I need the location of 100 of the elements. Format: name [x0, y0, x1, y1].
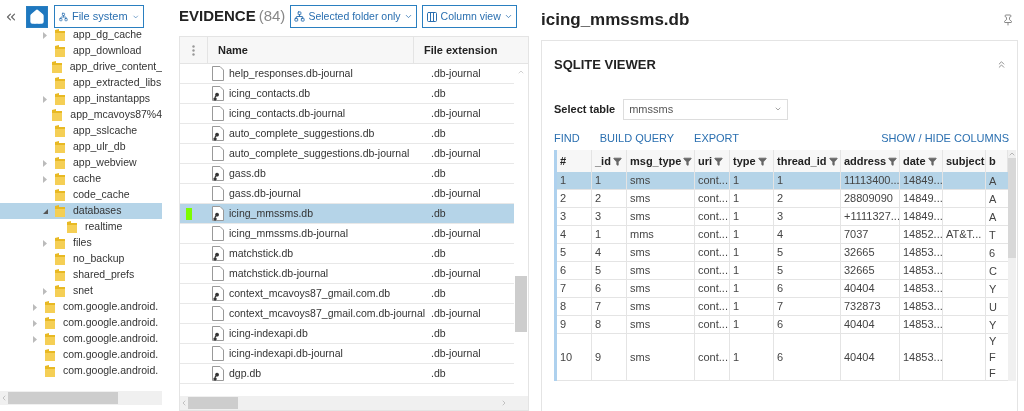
table-row[interactable]: 1 1 sms cont... 1 1 11113400... 14849... A	[557, 172, 1008, 190]
horizontal-scrollbar[interactable]	[0, 391, 162, 405]
file-row[interactable]: matchstick.db .db	[180, 244, 514, 264]
filter-icon[interactable]	[714, 156, 724, 166]
file-row[interactable]: context_mcavoys87_gmail.com.db .db	[180, 284, 514, 304]
table-cell-text: 32665	[844, 245, 875, 261]
toolbar-link[interactable]: SHOW / HIDE COLUMNS	[881, 129, 1009, 146]
scope-selector[interactable]: Selected folder only	[290, 5, 417, 28]
tree-item[interactable]: databases	[0, 203, 162, 219]
table-row[interactable]: 5 4 sms cont... 1 5 32665 14853... 6	[557, 244, 1008, 262]
toolbar-link[interactable]: BUILD QUERY	[599, 129, 675, 146]
folder-icon	[44, 332, 56, 346]
tree-item[interactable]: app_extracted_libs	[0, 75, 162, 91]
table-row[interactable]: 9 8 sms cont... 1 6 40404 14853... Y	[557, 316, 1008, 334]
table-row[interactable]: 8 7 sms cont... 1 7 732873 14853... U	[557, 298, 1008, 316]
tree-item[interactable]: com.google.android.	[0, 315, 162, 331]
tree-item[interactable]: shared_prefs	[0, 267, 162, 283]
view-selector[interactable]: Column view	[421, 5, 517, 28]
file-row[interactable]: auto_complete_suggestions.db-journal .db-journal	[180, 144, 514, 164]
file-row[interactable]: icing_mmssms.db-journal .db-journal	[180, 224, 514, 244]
table-cell-text: Y	[989, 334, 998, 348]
toolbar-link[interactable]: FIND	[554, 129, 580, 146]
tree-item[interactable]: com.google.android.	[0, 299, 162, 315]
table-row[interactable]: 2 2 sms cont... 1 2 28809090 14849... A	[557, 190, 1008, 208]
horizontal-scrollbar[interactable]	[180, 396, 528, 410]
caret-icon	[774, 105, 783, 113]
file-row[interactable]: icing-indexapi.db .db	[180, 324, 514, 344]
table-row[interactable]: 6 5 sms cont... 1 5 32665 14853... C	[557, 262, 1008, 280]
file-row[interactable]: auto_complete_suggestions.db .db	[180, 124, 514, 144]
scroll-right-icon[interactable]	[500, 399, 508, 407]
database-file-icon	[212, 166, 224, 181]
table-cell-text: cont...	[698, 299, 728, 315]
expand-triangle-icon[interactable]	[43, 31, 47, 39]
column-header[interactable]: Name	[208, 37, 414, 63]
collapse-triangle-icon[interactable]	[42, 208, 48, 214]
tree-item[interactable]: app_webview	[0, 155, 162, 171]
pin-icon[interactable]	[1002, 14, 1014, 26]
panel-title: EVIDENCE	[179, 6, 256, 27]
file-extension: .db-journal	[431, 65, 481, 81]
scroll-left-icon[interactable]	[0, 394, 8, 402]
view-selector[interactable]: File system	[54, 5, 144, 28]
toolbar-link[interactable]: EXPORT	[694, 129, 740, 146]
filter-icon[interactable]	[888, 156, 898, 166]
tree-item[interactable]: files	[0, 235, 162, 251]
tree-item[interactable]: app_download	[0, 43, 162, 59]
tree-item[interactable]: cache	[0, 171, 162, 187]
tree-item[interactable]: app_sslcache	[0, 123, 162, 139]
filter-icon[interactable]	[683, 156, 693, 166]
file-row[interactable]: icing_contacts.db-journal .db-journal	[180, 104, 514, 124]
file-row[interactable]: icing_mmssms.db .db	[180, 204, 514, 224]
table-cell-text: C	[989, 263, 998, 278]
tree-item[interactable]: code_cache	[0, 187, 162, 203]
file-row[interactable]: matchstick.db-journal .db-journal	[180, 264, 514, 284]
collapse-icon[interactable]	[996, 59, 1007, 71]
file-name: help_responses.db-journal	[229, 65, 353, 81]
scroll-thumb[interactable]	[188, 397, 238, 409]
table-cell-text: 7	[777, 299, 784, 315]
tree-item[interactable]: no_backup	[0, 251, 162, 267]
column-header[interactable]: File extension	[414, 41, 498, 59]
file-row[interactable]: gass.db .db	[180, 164, 514, 184]
tree-item[interactable]: snet	[0, 283, 162, 299]
scroll-thumb[interactable]	[8, 392, 118, 404]
file-row[interactable]: dgp.db .db	[180, 364, 514, 384]
table-row[interactable]: 3 3 sms cont... 1 3 +1111327... 14849... A	[557, 208, 1008, 226]
table-row[interactable]: 7 6 sms cont... 1 6 40404 14853... Y	[557, 280, 1008, 298]
filter-icon[interactable]	[757, 156, 767, 166]
table-cell-text: cont...	[698, 281, 728, 297]
file-row[interactable]: gass.db-journal .db-journal	[180, 184, 514, 204]
file-row[interactable]: context_mcavoys87_gmail.com.db-journal .db-journal	[180, 304, 514, 324]
tree-item[interactable]: app_drive_content_	[0, 59, 162, 75]
scroll-left-icon[interactable]	[180, 399, 188, 407]
filter-icon[interactable]	[612, 156, 622, 166]
filter-icon[interactable]	[927, 156, 937, 166]
column-menu-icon[interactable]	[192, 44, 195, 56]
tree-item[interactable]: app_instantapps	[0, 91, 162, 107]
scroll-thumb[interactable]	[1008, 158, 1016, 258]
file-row[interactable]: help_responses.db-journal .db-journal	[180, 64, 514, 84]
tree-item[interactable]: com.google.android.	[0, 331, 162, 347]
file-row[interactable]: icing_contacts.db .db	[180, 84, 514, 104]
tree-item[interactable]: app_ulr_db	[0, 139, 162, 155]
tree-item[interactable]: app_mcavoys87%4	[0, 107, 162, 123]
vertical-scrollbar[interactable]	[1008, 150, 1016, 381]
table-dropdown[interactable]: mmssms	[623, 98, 789, 120]
filter-icon[interactable]	[828, 156, 838, 166]
scroll-up-icon[interactable]	[1008, 150, 1016, 158]
file-row[interactable]: icing-indexapi.db-journal .db-journal	[180, 344, 514, 364]
table-row[interactable]: 10 9 sms cont... 1 6 40404 14853... Y F F	[557, 334, 1008, 381]
tree-item[interactable]: com.google.android.	[0, 347, 162, 363]
table-row[interactable]: 4 1 mms cont... 1 4 7037 14852... AT&T... T	[557, 226, 1008, 244]
scroll-up-icon[interactable]	[517, 68, 525, 76]
tree-item[interactable]: com.google.android.	[0, 363, 162, 379]
expand-triangle-icon[interactable]	[43, 95, 47, 103]
home-button[interactable]	[26, 5, 48, 28]
file-name: icing_contacts.db	[229, 85, 311, 101]
scroll-thumb[interactable]	[515, 276, 527, 332]
tree-item[interactable]: app_dg_cache	[0, 27, 162, 43]
file-extension: .db	[431, 125, 446, 141]
expand-triangle-icon[interactable]	[43, 239, 47, 247]
tree-item[interactable]: realtime	[0, 219, 162, 235]
file-icon	[212, 66, 224, 81]
